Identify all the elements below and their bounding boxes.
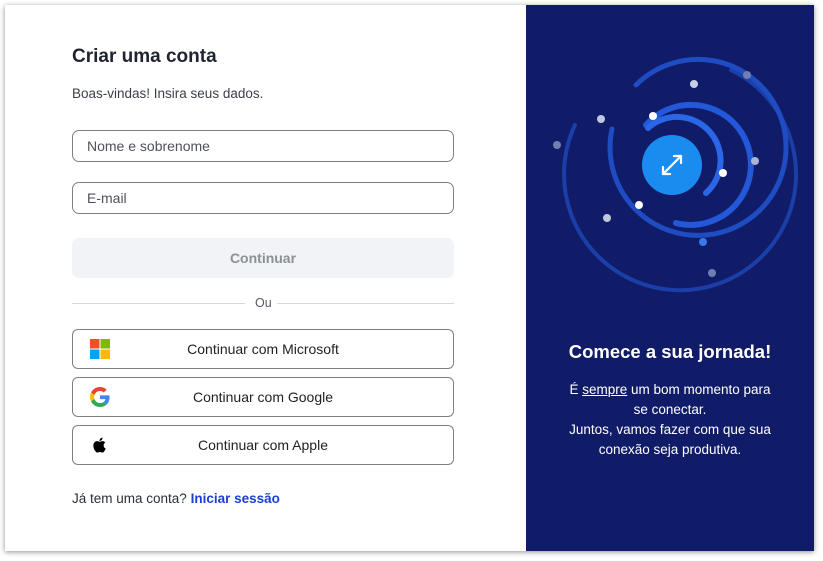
apple-button-label: Continuar com Apple bbox=[198, 437, 328, 453]
orbit-dot bbox=[719, 169, 727, 177]
promo-line-1: É sempre um bom momento para bbox=[526, 380, 814, 400]
promo-line-2: se conectar. bbox=[633, 402, 707, 417]
promo-line-4: conexão seja produtiva. bbox=[598, 442, 742, 457]
name-field[interactable] bbox=[72, 130, 454, 162]
orbit-dot bbox=[699, 238, 707, 246]
orbit-dot bbox=[751, 157, 759, 165]
microsoft-signin-button[interactable]: Continuar com Microsoft bbox=[72, 329, 454, 369]
microsoft-button-label: Continuar com Microsoft bbox=[187, 341, 339, 357]
page-title: Criar uma conta bbox=[72, 46, 217, 67]
promo-line-1-prefix: É bbox=[569, 382, 583, 397]
divider-line-left bbox=[72, 303, 245, 304]
name-input[interactable] bbox=[73, 131, 453, 161]
orbit-dot bbox=[603, 214, 611, 222]
signup-form-panel: Criar uma conta Boas-vindas! Insira seus… bbox=[5, 5, 526, 551]
orbit-dot bbox=[635, 201, 643, 209]
email-field[interactable] bbox=[72, 182, 454, 214]
login-prompt: Já tem uma conta? Iniciar sessão bbox=[72, 491, 280, 506]
apple-signin-button[interactable]: Continuar com Apple bbox=[72, 425, 454, 465]
promo-line-1-suffix: um bom momento para bbox=[627, 382, 771, 397]
promo-panel: Comece a sua jornada! É sempre um bom mo… bbox=[526, 5, 814, 551]
google-signin-button[interactable]: Continuar com Google bbox=[72, 377, 454, 417]
signup-window: Criar uma conta Boas-vindas! Insira seus… bbox=[5, 5, 814, 551]
continue-button[interactable]: Continuar bbox=[72, 238, 454, 278]
email-input[interactable] bbox=[73, 183, 453, 213]
promo-line-3: Juntos, vamos fazer com que sua bbox=[569, 422, 771, 437]
orbit-dot bbox=[708, 269, 716, 277]
orbit-dot bbox=[743, 71, 751, 79]
orbit-dot bbox=[553, 141, 561, 149]
orbit-ring-third bbox=[607, 56, 789, 238]
page-subtitle: Boas-vindas! Insira seus dados. bbox=[72, 86, 264, 101]
login-prompt-text: Já tem uma conta? bbox=[72, 491, 187, 506]
orbit-dot bbox=[690, 80, 698, 88]
divider-line-right bbox=[277, 303, 454, 304]
orbit-dot bbox=[597, 115, 605, 123]
promo-description: É sempre um bom momento para se conectar… bbox=[526, 380, 814, 460]
orbit-illustration bbox=[553, 56, 798, 293]
google-button-label: Continuar com Google bbox=[192, 389, 334, 405]
divider-or: Ou bbox=[255, 296, 272, 310]
promo-headline: Comece a sua jornada! bbox=[568, 341, 772, 362]
login-link[interactable]: Iniciar sessão bbox=[191, 491, 280, 506]
orbit-dot bbox=[649, 112, 657, 120]
promo-emphasis: sempre bbox=[582, 382, 628, 397]
